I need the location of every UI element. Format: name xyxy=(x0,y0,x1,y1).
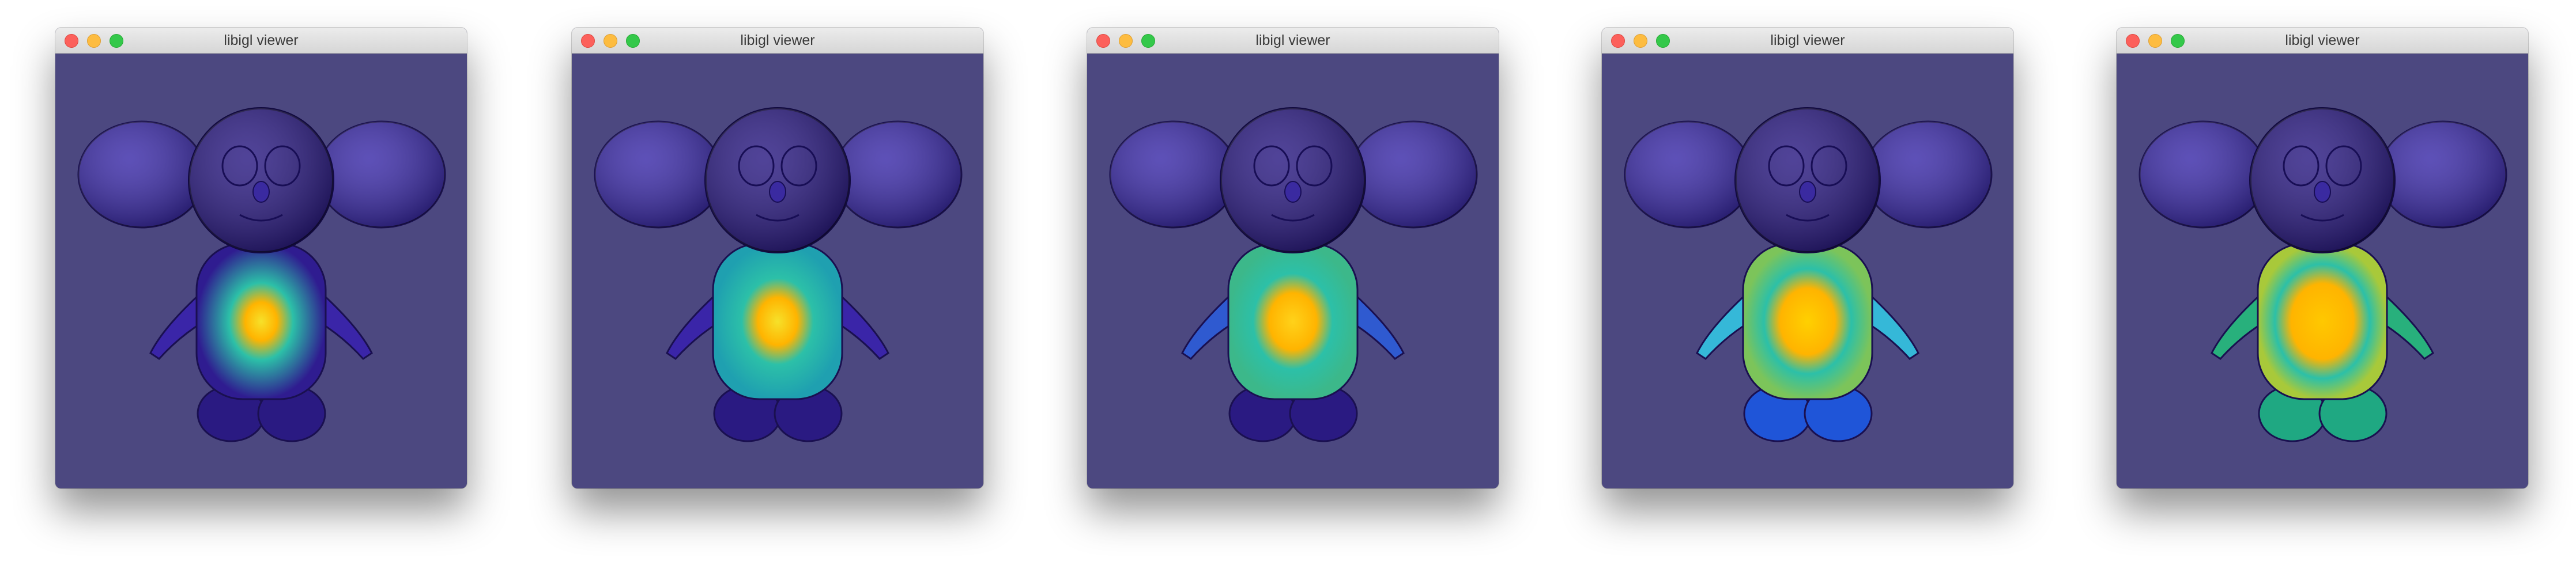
window-title: libigl viewer xyxy=(224,32,299,48)
window-title: libigl viewer xyxy=(1770,32,1845,48)
window-title: libigl viewer xyxy=(1255,32,1330,48)
torso-heat-map xyxy=(1227,242,1359,400)
mesh-render xyxy=(1624,107,1993,442)
render-viewport[interactable] xyxy=(1602,54,2013,488)
title-bar[interactable]: libigl viewer xyxy=(2117,28,2528,54)
render-viewport[interactable] xyxy=(572,54,983,488)
render-viewport[interactable] xyxy=(2117,54,2528,488)
viewer-window[interactable]: libigl viewer xyxy=(1087,28,1499,488)
mesh-render xyxy=(77,107,446,442)
mesh-render xyxy=(594,107,963,442)
title-bar[interactable]: libigl viewer xyxy=(1087,28,1499,54)
title-bar[interactable]: libigl viewer xyxy=(55,28,467,54)
viewer-window[interactable]: libigl viewer xyxy=(1602,28,2013,488)
window-title: libigl viewer xyxy=(2285,32,2360,48)
torso-heat-map xyxy=(1742,242,1873,400)
render-viewport[interactable] xyxy=(55,54,467,488)
mesh-render xyxy=(2139,107,2507,442)
viewer-window[interactable]: libigl viewer xyxy=(55,28,467,488)
torso-heat-map xyxy=(2257,242,2388,400)
title-bar[interactable]: libigl viewer xyxy=(572,28,983,54)
torso-heat-map xyxy=(195,242,327,400)
window-title: libigl viewer xyxy=(740,32,815,48)
render-viewport[interactable] xyxy=(1087,54,1499,488)
viewer-window[interactable]: libigl viewer xyxy=(2117,28,2528,488)
viewer-window[interactable]: libigl viewer xyxy=(572,28,983,488)
torso-heat-map xyxy=(712,242,843,400)
title-bar[interactable]: libigl viewer xyxy=(1602,28,2013,54)
mesh-render xyxy=(1109,107,1478,442)
